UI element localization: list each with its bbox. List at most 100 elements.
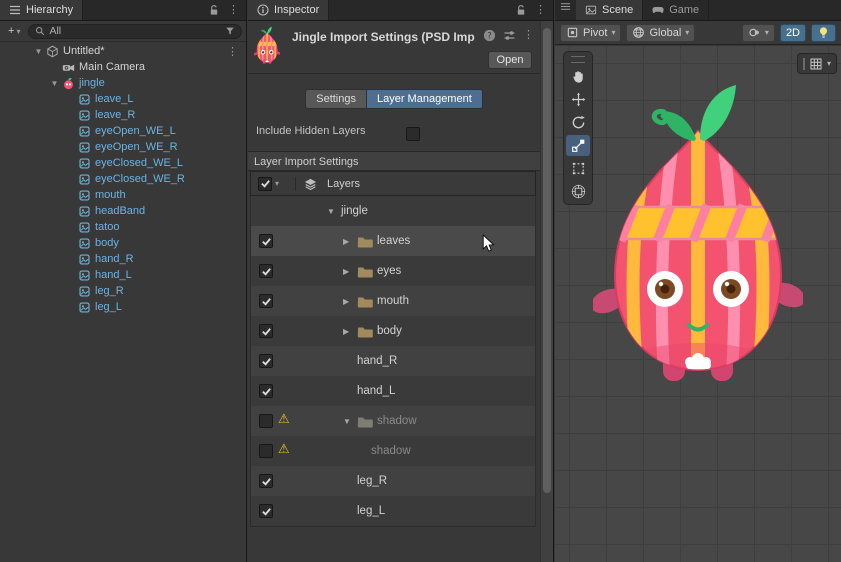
inspector-menu-icon[interactable]: ⋮: [535, 4, 546, 16]
layer-row-leg_L[interactable]: leg_L: [251, 496, 535, 526]
hierarchy-search-input[interactable]: All: [28, 23, 242, 39]
hierarchy-item-leg_R[interactable]: leg_R: [0, 283, 246, 299]
hierarchy-icon: [9, 4, 21, 16]
foldout-icon[interactable]: ▶: [343, 297, 357, 306]
hierarchy-item-leave_L[interactable]: leave_L: [0, 91, 246, 107]
overlay-grip[interactable]: [802, 57, 805, 70]
scene-options-icon[interactable]: ⋮: [227, 45, 246, 58]
asset-header: Jingle Import Settings (PSD Imp ? ⋮ Open: [248, 21, 540, 74]
hierarchy-item-Main-Camera[interactable]: Main Camera: [0, 59, 246, 75]
presets-icon[interactable]: [503, 29, 516, 42]
include-hidden-layers-checkbox[interactable]: [406, 127, 420, 141]
hierarchy-item-leave_R[interactable]: leave_R: [0, 107, 246, 123]
folder-icon: [357, 235, 373, 248]
scene-lighting-button[interactable]: [811, 23, 836, 42]
inspector-tabbar: Inspector ⋮: [248, 0, 553, 21]
help-icon[interactable]: ?: [483, 29, 496, 42]
foldout-icon[interactable]: ▶: [343, 267, 357, 276]
sprite-icon: [77, 125, 92, 138]
hierarchy-item-eyeClosed_WE_L[interactable]: eyeClosed_WE_L: [0, 155, 246, 171]
layer-visibility-checkbox[interactable]: [259, 354, 273, 368]
layer-row-jingle[interactable]: ▼ jingle: [251, 196, 535, 226]
hierarchy-item-body[interactable]: body: [0, 235, 246, 251]
tab-scene[interactable]: Scene: [576, 0, 644, 20]
hierarchy-item-tatoo[interactable]: tatoo: [0, 219, 246, 235]
foldout-icon[interactable]: ▼: [327, 207, 341, 216]
transform-tool-button[interactable]: [566, 181, 590, 202]
foldout-icon[interactable]: ▼: [343, 417, 357, 426]
2d-toggle-button[interactable]: 2D: [779, 23, 806, 42]
hierarchy-item-leg_L[interactable]: leg_L: [0, 299, 246, 315]
inspector-scrollbar[interactable]: [540, 21, 553, 562]
layer-row-hand_L[interactable]: hand_L: [251, 376, 535, 406]
layer-visibility-checkbox[interactable]: [259, 264, 273, 278]
hierarchy-item-hand_R[interactable]: hand_R: [0, 251, 246, 267]
scale-tool-button[interactable]: [566, 135, 590, 156]
hierarchy-item-eyeOpen_WE_R[interactable]: eyeOpen_WE_R: [0, 139, 246, 155]
hierarchy-item-hand_L[interactable]: hand_L: [0, 267, 246, 283]
layer-visibility-checkbox[interactable]: [259, 504, 273, 518]
add-object-button[interactable]: + ▾: [4, 24, 24, 38]
layer-visibility-checkbox[interactable]: [259, 474, 273, 488]
game-view-icon: [652, 4, 664, 16]
tab-game[interactable]: Game: [643, 0, 710, 20]
foldout-icon[interactable]: ▶: [343, 327, 357, 336]
move-tool-button[interactable]: [566, 89, 590, 110]
select-all-checkbox[interactable]: [258, 176, 272, 191]
tab-layer-management[interactable]: Layer Management: [365, 89, 483, 109]
global-dropdown[interactable]: Global ▾: [626, 23, 696, 42]
layer-visibility-checkbox[interactable]: [259, 234, 273, 248]
layer-visibility-checkbox[interactable]: [259, 324, 273, 338]
view-tool-button[interactable]: [566, 66, 590, 87]
layer-visibility-checkbox[interactable]: [259, 414, 273, 428]
tab-settings[interactable]: Settings: [305, 89, 366, 109]
search-filter-icon[interactable]: [225, 26, 235, 36]
hierarchy-item-Untitled-[interactable]: ▼ Untitled* ⋮: [0, 43, 246, 59]
layer-row-hand_R[interactable]: hand_R: [251, 346, 535, 376]
snap-dropdown[interactable]: ▾: [741, 23, 775, 42]
rotate-tool-icon: [571, 115, 586, 130]
hierarchy-item-jingle[interactable]: ▼ jingle: [0, 75, 246, 91]
hierarchy-item-label: leg_L: [95, 301, 122, 313]
layer-row-mouth[interactable]: ▶ mouth: [251, 286, 535, 316]
hierarchy-item-eyeOpen_WE_L[interactable]: eyeOpen_WE_L: [0, 123, 246, 139]
layer-visibility-checkbox[interactable]: [259, 294, 273, 308]
tab-inspector[interactable]: Inspector: [248, 0, 330, 20]
sprite-icon: [77, 205, 92, 218]
layer-row-body[interactable]: ▶ body: [251, 316, 535, 346]
layer-row-shadow-child[interactable]: ⚠ shadow: [251, 436, 535, 466]
unlock-icon[interactable]: [208, 4, 220, 16]
transform-tool-icon: [571, 184, 586, 199]
hierarchy-item-eyeClosed_WE_R[interactable]: eyeClosed_WE_R: [0, 171, 246, 187]
tab-hierarchy[interactable]: Hierarchy: [0, 0, 84, 20]
layer-row-leg_R[interactable]: leg_R: [251, 466, 535, 496]
chevron-down-icon[interactable]: ▾: [827, 59, 831, 68]
dock-menu-icon[interactable]: [555, 0, 576, 12]
hierarchy-item-mouth[interactable]: mouth: [0, 187, 246, 203]
overlay-grip[interactable]: [571, 56, 585, 63]
layer-visibility-checkbox[interactable]: [259, 444, 273, 458]
grid-icon[interactable]: [809, 57, 823, 71]
jingle-sprite[interactable]: [593, 79, 803, 399]
search-value: All: [49, 25, 62, 37]
unlock-icon[interactable]: [515, 4, 527, 16]
scene-viewport[interactable]: ▾: [555, 46, 841, 562]
asset-menu-icon[interactable]: ⋮: [523, 30, 534, 41]
select-all-caret-icon[interactable]: ▾: [275, 179, 279, 188]
layers-header-label: Layers: [327, 177, 361, 190]
open-button[interactable]: Open: [488, 51, 532, 69]
rotate-tool-button[interactable]: [566, 112, 590, 133]
rect-tool-button[interactable]: [566, 158, 590, 179]
hierarchy-menu-icon[interactable]: ⋮: [228, 4, 239, 16]
layer-visibility-checkbox[interactable]: [259, 384, 273, 398]
foldout-icon[interactable]: ▼: [48, 79, 61, 88]
layer-row-eyes[interactable]: ▶ eyes: [251, 256, 535, 286]
asset-thumbnail: [254, 26, 286, 66]
foldout-icon[interactable]: ▶: [343, 237, 357, 246]
inspector-icon: [257, 4, 269, 16]
layer-row-shadow[interactable]: ⚠ ▼ shadow: [251, 406, 535, 436]
scrollbar-thumb[interactable]: [543, 28, 551, 493]
pivot-dropdown[interactable]: Pivot ▾: [560, 23, 622, 42]
hierarchy-item-headBand[interactable]: headBand: [0, 203, 246, 219]
foldout-icon[interactable]: ▼: [32, 47, 45, 56]
